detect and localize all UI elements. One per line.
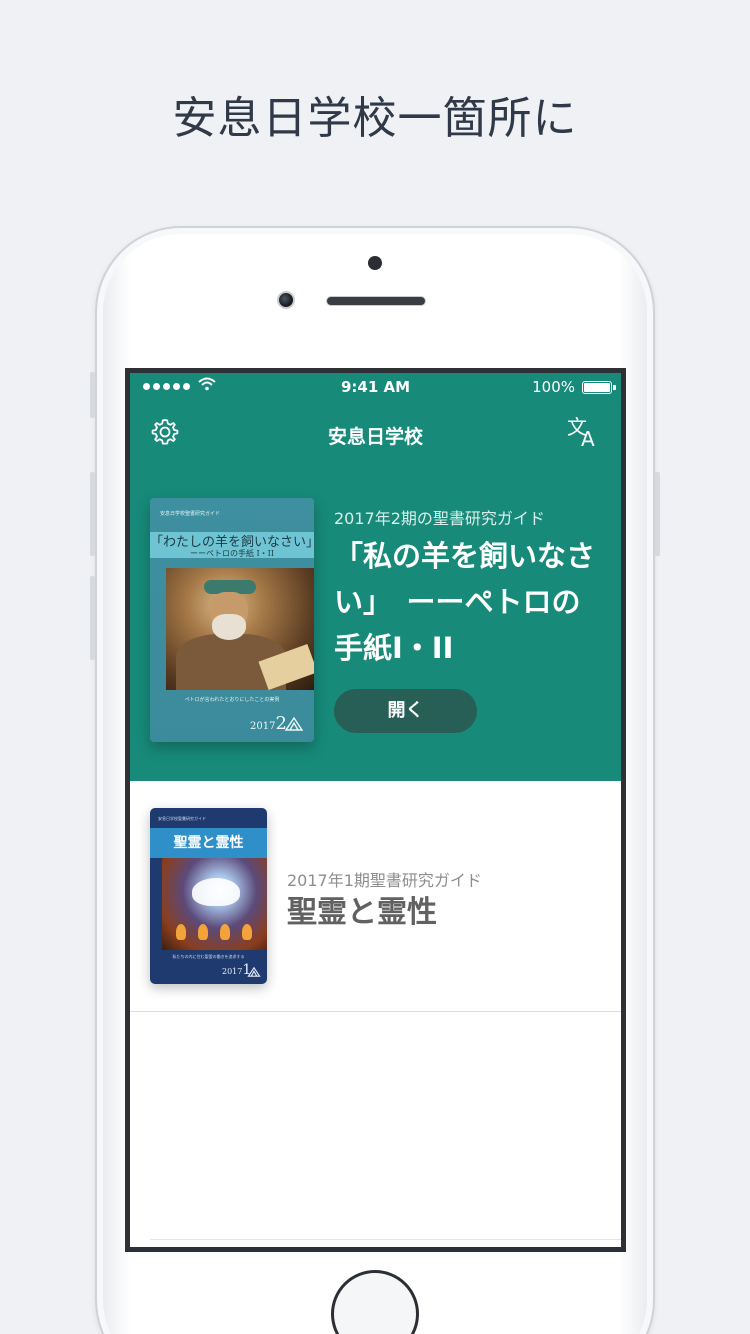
cover-series-label: 安息日学校聖書研究ガイド xyxy=(160,511,221,517)
featured-section: 9:41 AM 100% 安息日学校 文 A 安息日学校聖書研究ガイド 「わたし… xyxy=(130,373,621,781)
divider xyxy=(150,1239,621,1240)
volume-up-button xyxy=(90,472,95,556)
cover-subtitle: ーーペトロの手紙 I・II xyxy=(189,549,275,558)
navigation-bar: 安息日学校 文 A xyxy=(130,413,621,457)
battery-percent: 100% xyxy=(532,378,575,396)
featured-title: 「私の羊を飼いなさい」 ーーペトロの手紙I・II xyxy=(334,539,596,665)
phone-screen: 9:41 AM 100% 安息日学校 文 A 安息日学校聖書研究ガイド 「わたし… xyxy=(125,368,626,1252)
cover-caption: 私たちの内に住む聖霊の働きを追求する xyxy=(172,954,245,959)
featured-cover[interactable]: 安息日学校聖書研究ガイド 「わたしの羊を飼いなさい」 ーーペトロの手紙 I・II… xyxy=(150,498,314,742)
translate-icon[interactable]: 文 A xyxy=(567,417,601,449)
cover-year: 20172 xyxy=(250,713,287,734)
app-screen: 9:41 AM 100% 安息日学校 文 A 安息日学校聖書研究ガイド 「わたし… xyxy=(130,373,621,1247)
status-bar: 9:41 AM 100% xyxy=(130,373,621,401)
featured-subtitle: 2017年2期の聖書研究ガイド xyxy=(334,509,545,528)
cover-art xyxy=(162,858,267,950)
translate-glyph-b: A xyxy=(581,427,595,451)
front-camera xyxy=(277,291,295,309)
open-button[interactable]: 開く xyxy=(334,689,477,733)
page-headline: 安息日学校一箇所に xyxy=(172,93,578,144)
church-logo-icon xyxy=(284,716,304,731)
cover-painting xyxy=(166,568,314,690)
mute-switch xyxy=(90,372,95,418)
power-button xyxy=(655,472,660,556)
cover-series-label: 安息日学校聖書研究ガイド xyxy=(158,816,206,821)
list-item-cover: 安息日学校聖書研究ガイド 聖霊と霊性 私たちの内に住む聖霊の働きを追求する 20… xyxy=(150,808,267,984)
battery-icon xyxy=(582,381,616,394)
church-logo-icon xyxy=(247,966,261,977)
proximity-sensor xyxy=(368,256,382,270)
list-item-title: 聖霊と霊性 xyxy=(287,895,437,930)
earpiece-speaker xyxy=(326,296,426,306)
volume-down-button xyxy=(90,576,95,660)
cover-caption: ペトロが言われたとおりにしたことの実例 xyxy=(184,697,280,703)
list-item[interactable]: 安息日学校聖書研究ガイド 聖霊と霊性 私たちの内に住む聖霊の働きを追求する 20… xyxy=(130,781,621,1012)
cover-title: 聖霊と霊性 xyxy=(150,828,267,858)
nav-title: 安息日学校 xyxy=(327,426,423,448)
